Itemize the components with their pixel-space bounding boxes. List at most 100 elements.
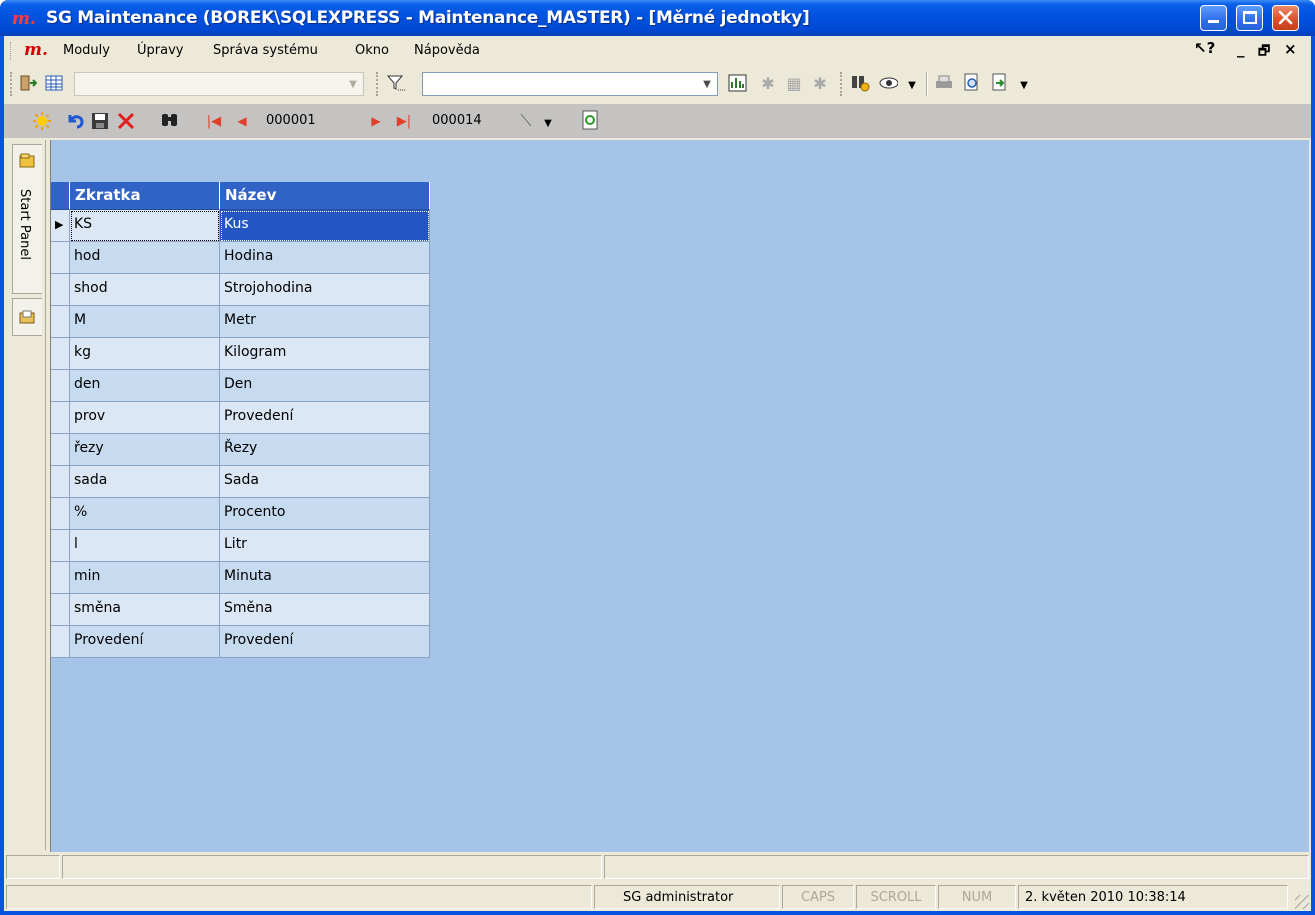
row-indicator[interactable]	[51, 530, 70, 562]
next-record-icon[interactable]: ▶	[366, 111, 386, 131]
row-indicator[interactable]	[51, 626, 70, 658]
cell-nazev[interactable]: Kus	[220, 210, 430, 242]
chart-icon[interactable]	[728, 73, 748, 93]
filter-select[interactable]: ▼	[422, 72, 718, 96]
cell-zkratka[interactable]: M	[70, 306, 220, 338]
row-indicator[interactable]	[51, 370, 70, 402]
maximize-button[interactable]	[1236, 5, 1263, 31]
row-indicator[interactable]	[51, 434, 70, 466]
row-indicator[interactable]	[51, 594, 70, 626]
table-row[interactable]: den Den	[51, 370, 430, 402]
table-row[interactable]: hod Hodina	[51, 242, 430, 274]
table-row[interactable]: kg Kilogram	[51, 338, 430, 370]
table-row[interactable]: ▶ KS Kus	[51, 210, 430, 242]
eye-icon[interactable]	[878, 73, 898, 93]
cell-nazev[interactable]: Sada	[220, 466, 430, 498]
close-button[interactable]	[1272, 5, 1299, 31]
column-header-zkratka[interactable]: Zkratka	[70, 182, 220, 210]
cell-nazev[interactable]: Den	[220, 370, 430, 402]
wand-dropdown-icon[interactable]: ▼	[538, 113, 558, 133]
filter-icon[interactable]	[386, 73, 406, 93]
second-panel-tab[interactable]	[12, 298, 42, 336]
eye-dropdown-icon[interactable]: ▼	[902, 75, 922, 95]
menu-logo-icon[interactable]: m.	[24, 40, 48, 60]
prev-record-icon[interactable]: ◀	[232, 111, 252, 131]
resize-grip-icon[interactable]	[1295, 895, 1309, 909]
cell-nazev[interactable]: Řezy	[220, 434, 430, 466]
cell-nazev[interactable]: Provedení	[220, 626, 430, 658]
binoculars-filter-icon[interactable]	[850, 73, 870, 93]
mdi-minimize-button[interactable]: _	[1237, 40, 1245, 58]
cell-zkratka[interactable]: sada	[70, 466, 220, 498]
printer-icon[interactable]	[934, 73, 954, 93]
filter-remove-icon[interactable]: ✱	[810, 73, 830, 93]
column-header-nazev[interactable]: Název	[220, 182, 430, 210]
row-indicator[interactable]	[51, 466, 70, 498]
export-icon[interactable]	[990, 73, 1010, 93]
print-preview-icon[interactable]	[962, 73, 982, 93]
cell-nazev[interactable]: Procento	[220, 498, 430, 530]
table-row[interactable]: l Litr	[51, 530, 430, 562]
cell-zkratka[interactable]: l	[70, 530, 220, 562]
delete-icon[interactable]	[116, 111, 136, 131]
export-dropdown-icon[interactable]: ▼	[1014, 75, 1034, 95]
table-row[interactable]: M Metr	[51, 306, 430, 338]
row-indicator[interactable]	[51, 338, 70, 370]
menu-sprava-systemu[interactable]: Správa systému	[213, 43, 318, 58]
cell-zkratka[interactable]: min	[70, 562, 220, 594]
context-help-icon[interactable]: ↖?	[1194, 39, 1215, 57]
wand-icon[interactable]: ⟍	[516, 111, 536, 131]
grid-view-icon[interactable]	[44, 73, 64, 93]
filter-clear-icon[interactable]: ✱	[758, 73, 778, 93]
filter-edit-icon[interactable]: ▦	[784, 73, 804, 93]
menu-napoveda[interactable]: Nápověda	[414, 43, 480, 58]
cell-zkratka[interactable]: prov	[70, 402, 220, 434]
cell-nazev[interactable]: Provedení	[220, 402, 430, 434]
cell-zkratka[interactable]: kg	[70, 338, 220, 370]
mdi-restore-button[interactable]: 🗗	[1258, 42, 1270, 64]
table-row[interactable]: prov Provedení	[51, 402, 430, 434]
refresh-icon[interactable]	[580, 110, 600, 130]
cell-nazev[interactable]: Hodina	[220, 242, 430, 274]
cell-nazev[interactable]: Strojohodina	[220, 274, 430, 306]
table-row[interactable]: směna Směna	[51, 594, 430, 626]
table-row[interactable]: sada Sada	[51, 466, 430, 498]
cell-nazev[interactable]: Metr	[220, 306, 430, 338]
cell-zkratka[interactable]: Provedení	[70, 626, 220, 658]
menu-upravy[interactable]: Úpravy	[137, 43, 183, 58]
table-row[interactable]: % Procento	[51, 498, 430, 530]
title-bar[interactable]: m. SG Maintenance (BOREK\SQLEXPRESS - Ma…	[0, 0, 1315, 36]
cell-zkratka[interactable]: řezy	[70, 434, 220, 466]
start-panel-tab[interactable]: Start Panel	[12, 144, 42, 294]
cell-nazev[interactable]: Litr	[220, 530, 430, 562]
table-row[interactable]: shod Strojohodina	[51, 274, 430, 306]
menu-moduly[interactable]: Moduly	[63, 43, 110, 58]
menu-okno[interactable]: Okno	[355, 43, 389, 58]
minimize-button[interactable]	[1200, 5, 1227, 31]
first-record-icon[interactable]: |◀	[204, 111, 224, 131]
row-indicator[interactable]	[51, 242, 70, 274]
exit-icon[interactable]	[18, 73, 38, 93]
row-indicator[interactable]	[51, 274, 70, 306]
mdi-close-button[interactable]: ×	[1284, 40, 1297, 58]
view-select[interactable]: ▼	[74, 72, 364, 96]
row-indicator[interactable]	[51, 498, 70, 530]
cell-nazev[interactable]: Směna	[220, 594, 430, 626]
cell-nazev[interactable]: Minuta	[220, 562, 430, 594]
row-indicator[interactable]: ▶	[51, 210, 70, 242]
row-indicator[interactable]	[51, 562, 70, 594]
cell-zkratka[interactable]: směna	[70, 594, 220, 626]
cell-zkratka[interactable]: den	[70, 370, 220, 402]
cell-zkratka[interactable]: KS	[70, 210, 220, 242]
row-indicator[interactable]	[51, 402, 70, 434]
cell-zkratka[interactable]: hod	[70, 242, 220, 274]
cell-zkratka[interactable]: %	[70, 498, 220, 530]
table-row[interactable]: Provedení Provedení	[51, 626, 430, 658]
cell-nazev[interactable]: Kilogram	[220, 338, 430, 370]
undo-icon[interactable]	[66, 111, 86, 131]
last-record-icon[interactable]: ▶|	[394, 111, 414, 131]
table-row[interactable]: min Minuta	[51, 562, 430, 594]
table-row[interactable]: řezy Řezy	[51, 434, 430, 466]
save-icon[interactable]	[90, 111, 110, 131]
row-indicator[interactable]	[51, 306, 70, 338]
